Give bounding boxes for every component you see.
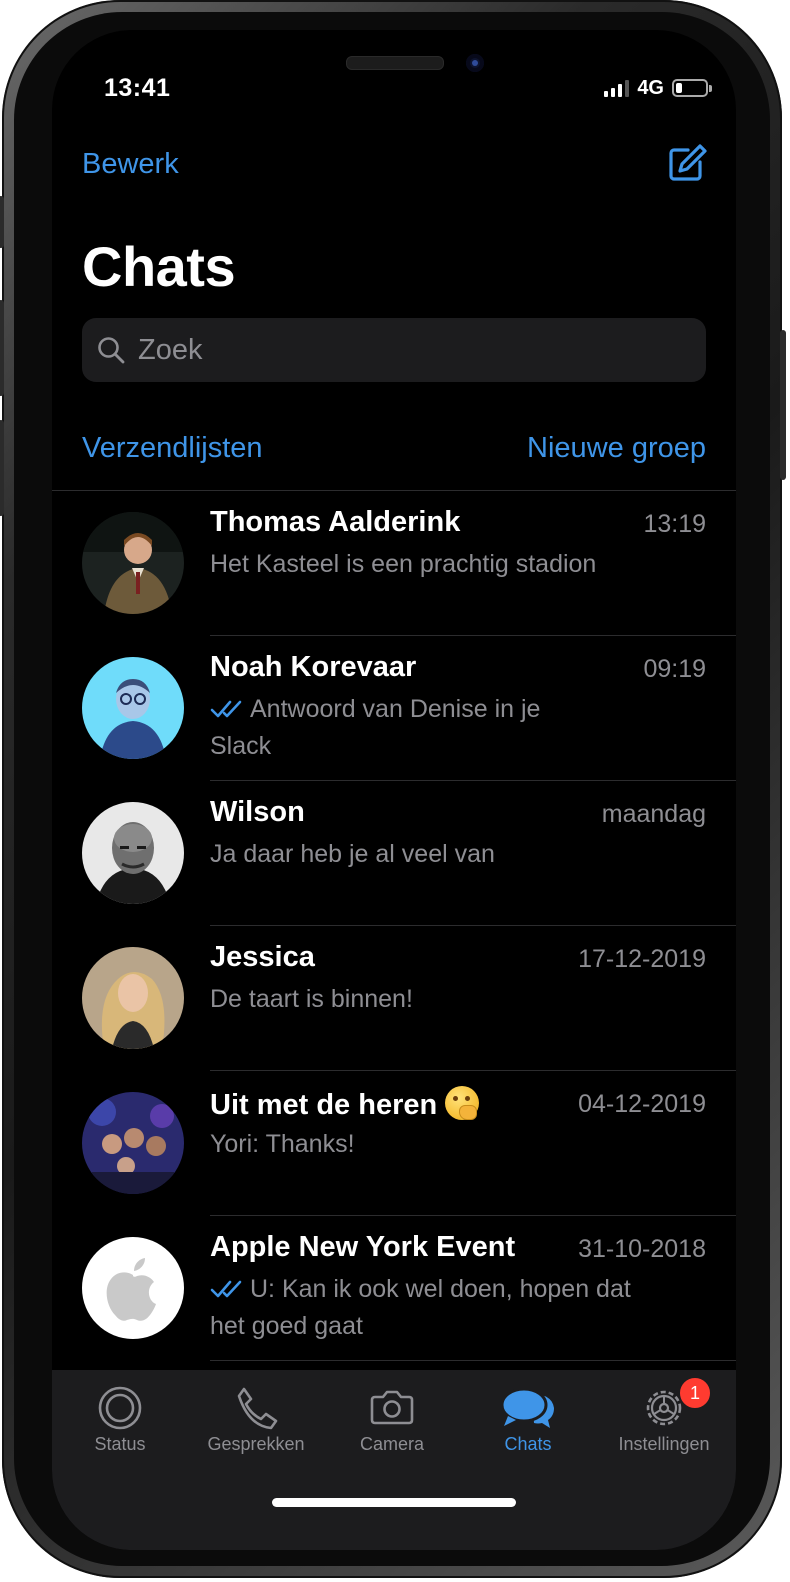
camera-icon (370, 1390, 414, 1425)
front-camera (466, 54, 484, 72)
status-time: 13:41 (104, 74, 171, 102)
chat-row-wilson[interactable]: Wilson maandag Ja daar heb je al veel va… (52, 780, 736, 925)
divider (210, 1360, 736, 1361)
chat-bubbles-icon (500, 1387, 554, 1428)
chat-row-noah-korevaar[interactable]: Noah Korevaar 09:19 Antwoord van Denise … (52, 635, 736, 780)
list-actions: Verzendlijsten Nieuwe groep (82, 432, 706, 465)
chat-name-text: Uit met de heren (210, 1089, 438, 1121)
shushing-face-icon (445, 1086, 480, 1120)
phone-icon (237, 1387, 278, 1430)
status-ring-icon (98, 1386, 142, 1430)
tab-label: Chats (504, 1434, 552, 1454)
chat-row-thomas-aalderink[interactable]: Thomas Aalderink 13:19 Het Kasteel is ee… (52, 490, 736, 635)
tab-bar: Status Gesprekken Camera Chats 1 Instell… (52, 1370, 736, 1550)
home-indicator[interactable] (272, 1498, 516, 1507)
battery-icon (672, 79, 712, 97)
avatar (82, 1092, 184, 1194)
chat-time: 17-12-2019 (578, 945, 706, 973)
chat-time: 31-10-2018 (578, 1235, 706, 1263)
avatar (82, 657, 184, 759)
search-bar[interactable] (82, 318, 706, 382)
tab-label: Camera (359, 1434, 425, 1454)
chat-preview: U: Kan ik ook wel doen, hopen dat het go… (210, 1271, 650, 1345)
chat-name: Apple New York Event (210, 1231, 516, 1263)
search-icon (98, 337, 125, 364)
screen: 13:41 4G Bewerk Chats Verzendlijsten Nie… (52, 30, 736, 1550)
volume-up-button (0, 300, 4, 396)
tab-camera[interactable]: Camera (324, 1384, 460, 1455)
chat-preview-text: U: Kan ik ook wel doen, hopen dat het go… (210, 1275, 631, 1340)
chat-preview-text: Antwoord van Denise in je Slack (210, 695, 541, 760)
edit-button[interactable]: Bewerk (82, 148, 179, 181)
chat-name: Uit met de heren (210, 1086, 480, 1122)
chat-preview: Yori: Thanks! (210, 1130, 355, 1158)
avatar (82, 1237, 184, 1339)
chat-row-uit-met-de-heren[interactable]: Uit met de heren 04-12-2019 Yori: Thanks… (52, 1070, 736, 1215)
new-group-link[interactable]: Nieuwe groep (527, 432, 706, 465)
chat-time: 13:19 (643, 510, 706, 538)
power-button (780, 330, 786, 480)
apple-logo-icon (82, 1237, 184, 1339)
chat-row-apple-new-york-event[interactable]: Apple New York Event 31-10-2018 U: Kan i… (52, 1215, 736, 1360)
mute-switch (0, 196, 4, 248)
tab-chats[interactable]: Chats (460, 1384, 596, 1455)
tab-settings[interactable]: 1 Instellingen (596, 1376, 732, 1455)
chat-preview: De taart is binnen! (210, 985, 413, 1013)
chat-name: Noah Korevaar (210, 651, 417, 683)
network-type: 4G (637, 76, 664, 99)
tab-label: Instellingen (618, 1434, 710, 1454)
tab-status[interactable]: Status (52, 1384, 188, 1455)
avatar (82, 947, 184, 1049)
tab-label: Status (94, 1434, 146, 1454)
search-input[interactable] (136, 332, 680, 368)
status-indicators: 4G (604, 76, 712, 100)
chat-time: 09:19 (643, 655, 706, 683)
volume-down-button (0, 420, 4, 516)
chat-time: 04-12-2019 (578, 1090, 706, 1118)
avatar (82, 802, 184, 904)
double-check-icon (210, 1280, 242, 1298)
earpiece-speaker (346, 56, 444, 70)
page-title: Chats (82, 235, 236, 298)
compose-icon[interactable] (666, 142, 708, 184)
chat-name: Thomas Aalderink (210, 506, 461, 538)
tab-calls[interactable]: Gesprekken (188, 1384, 324, 1455)
chat-preview: Ja daar heb je al veel van (210, 840, 495, 868)
signal-icon (604, 79, 630, 97)
chat-preview: Antwoord van Denise in je Slack (210, 691, 590, 765)
chat-preview: Het Kasteel is een prachtig stadion (210, 550, 597, 578)
chat-name: Wilson (210, 796, 305, 828)
broadcast-lists-link[interactable]: Verzendlijsten (82, 432, 263, 465)
chat-name: Jessica (210, 941, 315, 973)
chat-row-jessica[interactable]: Jessica 17-12-2019 De taart is binnen! (52, 925, 736, 1070)
double-check-icon (210, 700, 242, 718)
notification-badge: 1 (678, 1376, 712, 1410)
avatar (82, 512, 184, 614)
chat-time: maandag (601, 800, 706, 828)
tab-label: Gesprekken (207, 1434, 305, 1454)
phone-frame: 13:41 4G Bewerk Chats Verzendlijsten Nie… (0, 0, 786, 1578)
